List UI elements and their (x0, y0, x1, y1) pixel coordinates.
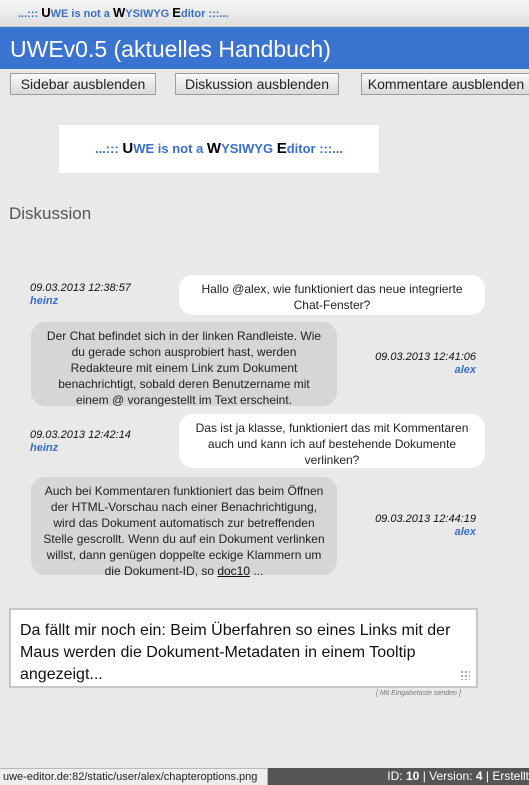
chat-bubble: Der Chat befindet sich in der linken Ran… (31, 322, 337, 407)
message-user[interactable]: alex (360, 364, 476, 376)
message-time: 09.03.2013 12:42:14 (30, 429, 131, 441)
chat-bubble: Hallo @alex, wie funktioniert das neue i… (179, 275, 485, 315)
hide-discussion-button[interactable]: Diskussion ausblenden (175, 73, 339, 95)
send-hint: [ Mit Eingabetaste senden ] (376, 690, 461, 697)
chat-bubble: Das ist ja klasse, funktioniert das mit … (179, 414, 485, 468)
chat-input[interactable]: Da fällt mir noch ein: Beim Überfahren s… (9, 608, 478, 688)
toolbar: Sidebar ausblenden Diskussion ausblenden… (0, 69, 529, 101)
discussion-heading: Diskussion (9, 204, 92, 223)
chat-bubble: Auch bei Kommentaren funktioniert das be… (31, 477, 337, 578)
message-meta: 09.03.2013 12:42:14 heinz (30, 429, 131, 454)
document-info-bar: ID: 10 | Version: 4 | Erstellt (268, 768, 529, 785)
top-title-strip: ...::: UWE is not a WYSIWYG Editor :::..… (0, 0, 529, 27)
chat-input-text[interactable]: Da fällt mir noch ein: Beim Überfahren s… (20, 620, 460, 686)
message-time: 09.03.2013 12:41:06 (375, 351, 476, 363)
message-meta: 09.03.2013 12:41:06 alex (360, 351, 476, 376)
hide-sidebar-button[interactable]: Sidebar ausblenden (10, 73, 156, 95)
page-title: UWEv0.5 (aktuelles Handbuch) (10, 36, 331, 62)
app-header: UWEv0.5 (aktuelles Handbuch) (0, 27, 529, 69)
message-time: 09.03.2013 12:44:19 (375, 513, 476, 525)
hide-comments-button[interactable]: Kommentare ausblenden (361, 73, 529, 95)
small-logo-title: ...::: UWE is not a WYSIWYG Editor :::..… (18, 5, 229, 20)
resize-grip-icon[interactable] (460, 670, 470, 680)
status-url: uwe-editor.de:82/static/user/alex/chapte… (0, 768, 268, 785)
message-meta: 09.03.2013 12:38:57 heinz (30, 282, 131, 307)
message-user[interactable]: heinz (30, 295, 131, 307)
logo-banner: ...::: UWE is not a WYSIWYG Editor :::..… (59, 125, 379, 173)
message-meta: 09.03.2013 12:44:19 alex (360, 513, 476, 538)
message-user[interactable]: alex (360, 526, 476, 538)
message-time: 09.03.2013 12:38:57 (30, 282, 131, 294)
message-user[interactable]: heinz (30, 442, 131, 454)
document-link[interactable]: doc10 (217, 564, 250, 578)
